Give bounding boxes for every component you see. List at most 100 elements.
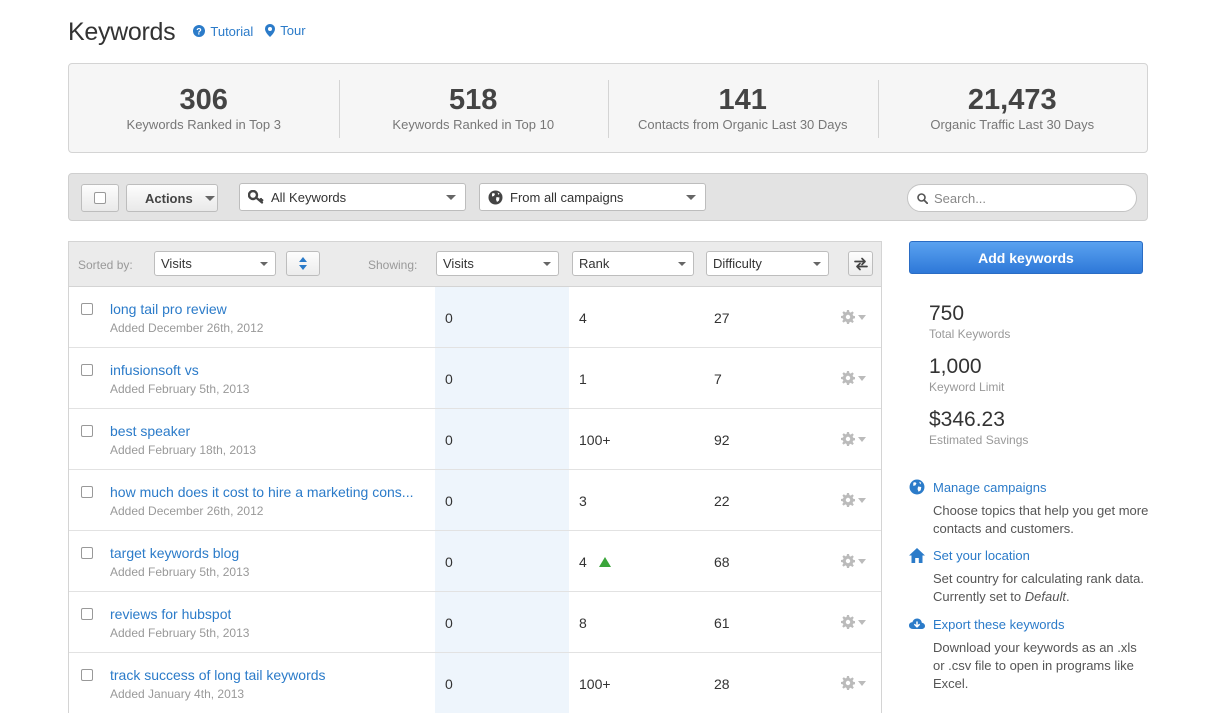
chevron-down-icon [678, 262, 686, 266]
difficulty-value: 7 [714, 371, 722, 387]
chevron-down-icon [858, 314, 866, 320]
cloud-download-icon [909, 618, 925, 629]
difficulty-value: 22 [714, 493, 730, 509]
visits-value: 0 [445, 310, 453, 326]
campaign-filter-value: From all campaigns [510, 189, 624, 205]
tutorial-link[interactable]: ? Tutorial [193, 24, 253, 39]
stat-label: Contacts from Organic Last 30 Days [637, 117, 848, 132]
row-checkbox[interactable] [81, 669, 93, 681]
chevron-down-icon [858, 497, 866, 503]
row-checkbox[interactable] [81, 608, 93, 620]
globe-icon [488, 190, 503, 204]
tour-link[interactable]: Tour [265, 23, 306, 38]
swap-columns-button[interactable] [848, 251, 873, 276]
visits-value: 0 [445, 615, 453, 631]
rank-value: 8 [579, 615, 587, 631]
page-header: Keywords ? Tutorial Tour [68, 18, 306, 47]
tour-label: Tour [280, 23, 306, 38]
export-keywords-label: Export these keywords [933, 617, 1065, 632]
row-checkbox[interactable] [81, 486, 93, 498]
export-section: Export these keywords Download your keyw… [909, 617, 1149, 693]
keyword-added-date: Added January 4th, 2013 [110, 687, 245, 701]
stat-value: 518 [449, 84, 498, 116]
summary-value: $346.23 [929, 408, 1005, 431]
chevron-down-icon [858, 375, 866, 381]
column3-select[interactable]: Difficulty [706, 251, 829, 276]
row-settings-button[interactable] [841, 493, 866, 507]
map-pin-icon [265, 24, 276, 37]
keyword-link[interactable]: infusionsoft vs [110, 362, 199, 378]
globe-icon [909, 479, 925, 495]
table-body: long tail pro review Added December 26th… [69, 287, 881, 713]
rank-up-arrow-icon [599, 557, 611, 567]
column2-select[interactable]: Rank [572, 251, 694, 276]
sort-by-select[interactable]: Visits [154, 251, 276, 276]
gear-icon [841, 493, 855, 507]
row-checkbox[interactable] [81, 425, 93, 437]
row-checkbox[interactable] [81, 547, 93, 559]
manage-campaigns-link[interactable]: Manage campaigns [909, 479, 1149, 495]
row-settings-button[interactable] [841, 554, 866, 568]
stat-value: 21,473 [967, 84, 1057, 116]
set-location-link[interactable]: Set your location [909, 548, 1149, 563]
search-input[interactable] [934, 190, 1124, 206]
stat-value: 306 [179, 84, 228, 116]
select-all-checkbox[interactable] [81, 184, 119, 212]
visits-value: 0 [445, 493, 453, 509]
chevron-down-icon [858, 558, 866, 564]
keyword-link[interactable]: long tail pro review [110, 301, 227, 317]
summary-value: 750 [929, 302, 965, 325]
keyword-link[interactable]: best speaker [110, 423, 190, 439]
keyword-link[interactable]: reviews for hubspot [110, 606, 231, 622]
stats-panel: 306 Keywords Ranked in Top 3 518 Keyword… [68, 63, 1148, 153]
row-checkbox[interactable] [81, 303, 93, 315]
visits-value: 0 [445, 371, 453, 387]
summary-estimated-savings: $346.23 Estimated Savings [929, 408, 1028, 447]
rank-value: 100+ [579, 432, 611, 448]
summary-label: Estimated Savings [929, 433, 1029, 447]
search-icon [917, 192, 928, 204]
row-settings-button[interactable] [841, 676, 866, 690]
set-location-desc-end: . [1065, 589, 1070, 604]
home-icon [909, 548, 925, 563]
row-settings-button[interactable] [841, 432, 866, 446]
column1-value: Visits [443, 256, 474, 271]
chevron-down-icon [543, 262, 551, 266]
page-title: Keywords [68, 18, 176, 46]
keyword-filter-dropdown[interactable]: All Keywords [239, 183, 466, 211]
row-settings-button[interactable] [841, 371, 866, 385]
key-icon [248, 190, 264, 204]
summary-label: Total Keywords [929, 327, 1011, 341]
export-keywords-link[interactable]: Export these keywords [909, 617, 1149, 632]
stat-top10: 518 Keywords Ranked in Top 10 [338, 64, 609, 152]
keyword-added-date: Added February 18th, 2013 [110, 443, 257, 457]
table-row: track success of long tail keywords Adde… [69, 653, 881, 713]
difficulty-value: 92 [714, 432, 730, 448]
column3-value: Difficulty [713, 256, 762, 271]
keyword-link[interactable]: how much does it cost to hire a marketin… [110, 484, 413, 500]
sort-arrows-icon [299, 257, 307, 270]
set-location-section: Set your location Set country for calcul… [909, 548, 1149, 606]
summary-total-keywords: 750 Total Keywords [929, 302, 1010, 341]
table-row: reviews for hubspot Added February 5th, … [69, 592, 881, 653]
summary-value: 1,000 [929, 355, 982, 378]
chevron-down-icon [858, 436, 866, 442]
row-checkbox[interactable] [81, 364, 93, 376]
row-settings-button[interactable] [841, 615, 866, 629]
keyword-added-date: Added December 26th, 2012 [110, 321, 264, 335]
row-settings-button[interactable] [841, 310, 866, 324]
question-circle-icon: ? [193, 25, 206, 37]
filter-toolbar: Actions All Keywords From all campaigns [68, 173, 1148, 221]
set-location-label: Set your location [933, 548, 1030, 563]
campaign-filter-dropdown[interactable]: From all campaigns [479, 183, 706, 211]
add-keywords-button[interactable]: Add keywords [909, 241, 1143, 274]
sort-direction-button[interactable] [286, 251, 320, 276]
stat-label: Keywords Ranked in Top 10 [392, 117, 555, 132]
keyword-link[interactable]: target keywords blog [110, 545, 239, 561]
actions-button[interactable]: Actions [126, 184, 218, 212]
keyword-link[interactable]: track success of long tail keywords [110, 667, 326, 683]
gear-icon [841, 615, 855, 629]
table-header: Sorted by: Visits Showing: Visits Rank D… [69, 242, 881, 287]
actions-label: Actions [145, 190, 193, 206]
column1-select[interactable]: Visits [436, 251, 559, 276]
